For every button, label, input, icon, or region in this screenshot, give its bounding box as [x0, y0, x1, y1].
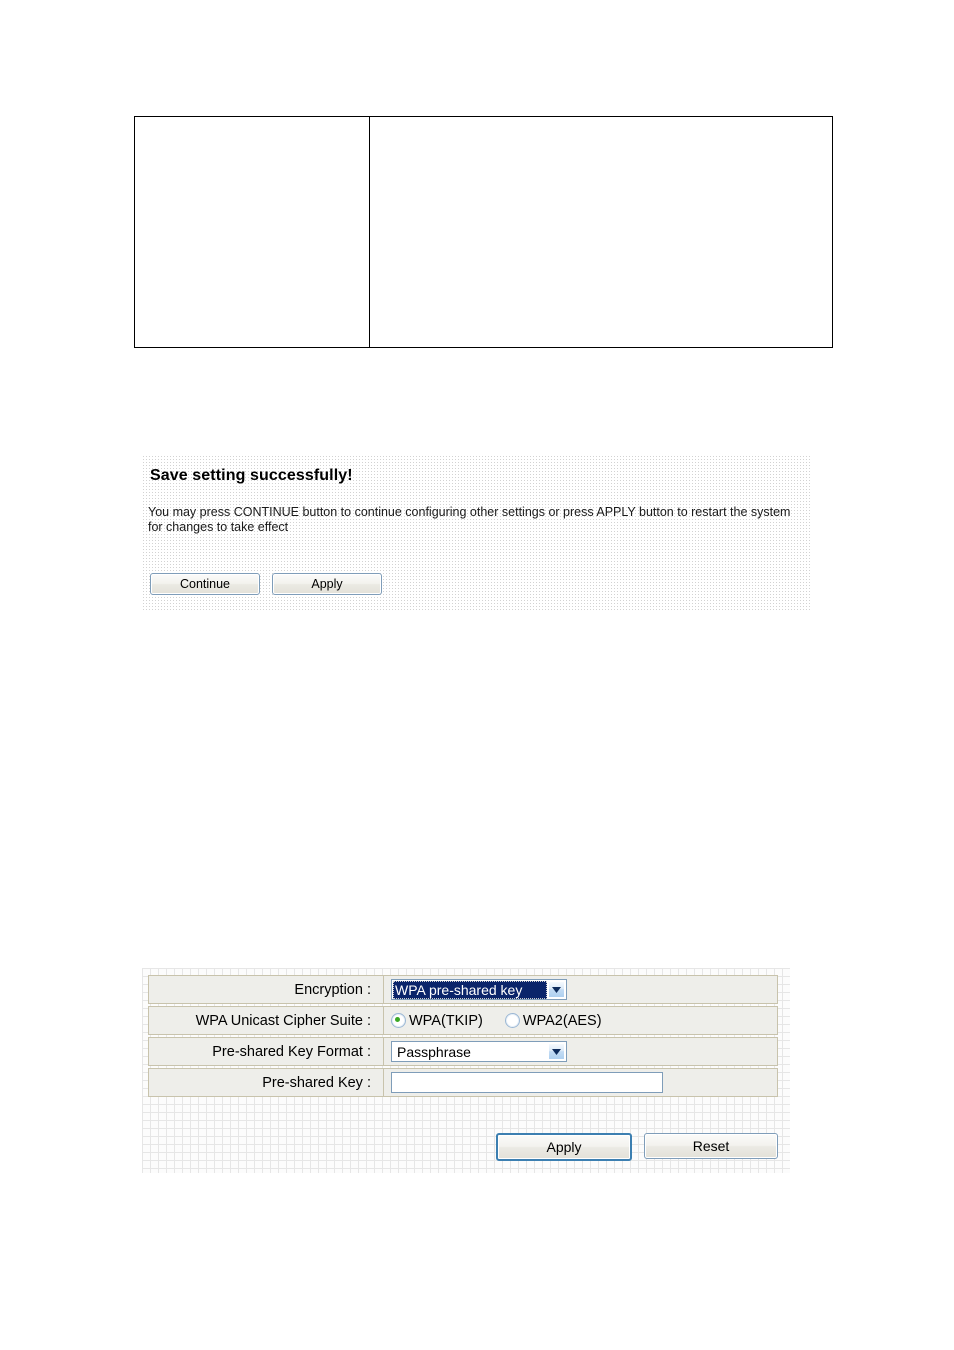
save-setting-button-row: Continue Apply [150, 573, 382, 595]
apply-button[interactable]: Apply [496, 1133, 632, 1161]
key-format-select-value: Passphrase [397, 1043, 471, 1060]
field-key-format: Passphrase [384, 1037, 778, 1066]
radio-wpa2-aes-label: WPA2(AES) [522, 1012, 602, 1029]
label-pre-shared-key: Pre-shared Key : [148, 1068, 384, 1097]
encryption-select-value: WPA pre-shared key [393, 980, 547, 999]
label-encryption: Encryption : [148, 975, 384, 1004]
radio-wpa-tkip[interactable]: WPA(TKIP) [391, 1013, 483, 1029]
field-cipher-suite: WPA(TKIP) WPA2(AES) [384, 1006, 778, 1035]
wpa-settings-panel: Encryption : WPA pre-shared key WPA Unic… [142, 968, 790, 1173]
continue-button[interactable]: Continue [150, 573, 260, 595]
reset-button[interactable]: Reset [644, 1133, 778, 1159]
encryption-select[interactable]: WPA pre-shared key [391, 979, 567, 1000]
spec-table [134, 116, 833, 348]
wpa-form-button-row: Apply Reset [496, 1133, 778, 1161]
row-key-format: Pre-shared Key Format : Passphrase [148, 1037, 778, 1066]
save-setting-message: You may press CONTINUE button to continu… [148, 505, 791, 534]
key-format-select[interactable]: Passphrase [391, 1041, 567, 1062]
spec-table-body [134, 116, 833, 348]
radio-wpa2-aes[interactable]: WPA2(AES) [504, 1012, 602, 1029]
cipher-suite-radio-group: WPA(TKIP) WPA2(AES) [391, 1013, 777, 1029]
chevron-down-icon [548, 981, 565, 998]
row-encryption: Encryption : WPA pre-shared key [148, 975, 778, 1004]
save-setting-panel: Save setting successfully! You may press… [142, 455, 812, 611]
apply-button[interactable]: Apply [272, 573, 382, 595]
table-row [134, 116, 833, 348]
radio-wpa-tkip-label: WPA(TKIP) [409, 1012, 483, 1029]
label-key-format: Pre-shared Key Format : [148, 1037, 384, 1066]
radio-selected-icon [391, 1013, 406, 1028]
label-cipher-suite: WPA Unicast Cipher Suite : [148, 1006, 384, 1035]
field-encryption: WPA pre-shared key [384, 975, 778, 1004]
spec-table-label-cell [134, 116, 370, 348]
row-cipher-suite: WPA Unicast Cipher Suite : WPA(TKIP) WPA… [148, 1006, 778, 1035]
chevron-down-icon [548, 1043, 565, 1060]
radio-unselected-icon [504, 1013, 520, 1028]
save-setting-heading: Save setting successfully! [150, 467, 353, 484]
wpa-settings-table-body: Encryption : WPA pre-shared key WPA Unic… [148, 975, 778, 1097]
wpa-settings-table: Encryption : WPA pre-shared key WPA Unic… [148, 973, 778, 1099]
row-pre-shared-key: Pre-shared Key : [148, 1068, 778, 1097]
spec-table-description-cell [369, 116, 833, 348]
field-pre-shared-key [384, 1068, 778, 1097]
pre-shared-key-input[interactable] [391, 1072, 663, 1093]
